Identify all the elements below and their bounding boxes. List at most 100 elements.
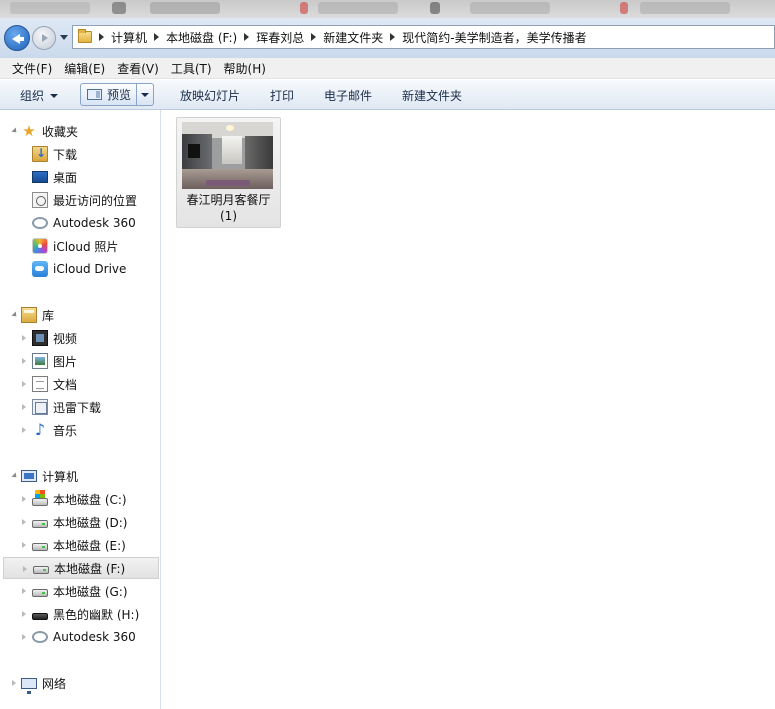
sidebar-item-label: 视频 <box>53 331 78 346</box>
address-bar[interactable]: 计算机 本地磁盘 (F:) 珲春刘总 新建文件夹 现代简约-美学制造者，美学传播… <box>72 25 775 49</box>
chevron-right-icon[interactable] <box>244 33 250 41</box>
file-item[interactable]: 春江明月客餐厅 (1) <box>176 117 281 228</box>
expand-arrow-icon[interactable] <box>22 588 26 594</box>
expand-arrow-icon[interactable] <box>22 519 26 525</box>
sidebar-item-label: Autodesk 360 <box>53 216 136 230</box>
sidebar-item-drive-f[interactable]: 本地磁盘 (F:) <box>3 557 159 579</box>
expand-arrow-icon[interactable] <box>22 496 26 502</box>
desktop-icon <box>32 171 48 183</box>
sidebar-group-network[interactable]: 网络 <box>12 672 66 694</box>
chevron-down-icon <box>50 93 59 98</box>
library-icon <box>21 307 37 323</box>
sidebar-item-downloads[interactable]: 下载 <box>32 143 77 165</box>
expand-arrow-icon[interactable] <box>22 335 26 341</box>
breadcrumb-folder-2[interactable]: 新建文件夹 <box>323 29 383 46</box>
network-icon <box>21 677 37 694</box>
sidebar-item-label: Autodesk 360 <box>53 630 136 644</box>
sidebar-item-label: 音乐 <box>53 423 78 438</box>
sidebar-item-autodesk-360[interactable]: Autodesk 360 <box>32 212 136 234</box>
new-folder-button[interactable]: 新建文件夹 <box>402 87 462 104</box>
preview-icon <box>87 89 102 100</box>
organize-button[interactable]: 组织 <box>20 87 59 104</box>
sidebar-item-thunder-downloads[interactable]: 迅雷下载 <box>22 396 101 418</box>
navigation-bar: 计算机 本地磁盘 (F:) 珲春刘总 新建文件夹 现代简约-美学制造者，美学传播… <box>0 18 775 58</box>
expand-arrow-icon[interactable] <box>12 680 16 686</box>
expand-arrow-icon[interactable] <box>22 634 26 640</box>
command-bar: 组织 预览 放映幻灯片 打印 电子邮件 新建文件夹 <box>0 80 775 110</box>
expand-arrow-icon[interactable] <box>22 427 26 433</box>
expand-arrow-icon[interactable] <box>22 358 26 364</box>
sidebar-item-autodesk-360-drive[interactable]: Autodesk 360 <box>22 626 136 648</box>
breadcrumb-folder-1[interactable]: 珲春刘总 <box>256 29 304 46</box>
sidebar-item-label: 本地磁盘 (E:) <box>53 538 126 553</box>
forward-button[interactable] <box>32 26 56 50</box>
expand-arrow-icon[interactable] <box>11 311 19 319</box>
sidebar-item-drive-g[interactable]: 本地磁盘 (G:) <box>22 580 128 602</box>
background-window-strip <box>0 0 775 18</box>
chevron-right-icon[interactable] <box>154 33 160 41</box>
chevron-right-icon[interactable] <box>390 33 396 41</box>
expand-arrow-icon[interactable] <box>22 542 26 548</box>
hard-drive-icon <box>32 520 48 528</box>
hard-drive-icon <box>32 589 48 597</box>
sidebar-item-music[interactable]: ♪ 音乐 <box>22 419 77 441</box>
sidebar-item-pictures[interactable]: 图片 <box>22 350 77 372</box>
system-drive-icon <box>32 490 48 506</box>
sidebar-group-favorites[interactable]: ★ 收藏夹 <box>11 120 79 142</box>
star-icon: ★ <box>22 122 36 140</box>
file-list-pane[interactable]: 春江明月客餐厅 (1) <box>162 110 775 709</box>
sidebar-item-icloud-photos[interactable]: iCloud 照片 <box>32 235 118 257</box>
expand-arrow-icon[interactable] <box>11 127 19 135</box>
sidebar-group-computer[interactable]: 计算机 <box>11 465 78 487</box>
sidebar-item-documents[interactable]: 文档 <box>22 373 77 395</box>
sidebar-item-drive-h[interactable]: 黑色的幽默 (H:) <box>22 603 139 625</box>
breadcrumb-current-folder[interactable]: 现代简约-美学制造者，美学传播者 <box>402 29 586 46</box>
icloud-photos-icon <box>32 238 48 254</box>
sidebar-item-label: 下载 <box>53 147 78 162</box>
menu-help[interactable]: 帮助(H) <box>218 60 272 77</box>
music-note-icon: ♪ <box>34 420 46 439</box>
sidebar-item-icloud-drive[interactable]: iCloud Drive <box>32 258 126 280</box>
sidebar-item-label: 本地磁盘 (C:) <box>53 492 127 507</box>
sidebar-item-desktop[interactable]: 桌面 <box>32 166 77 188</box>
breadcrumb-computer[interactable]: 计算机 <box>111 29 147 46</box>
preview-button[interactable]: 预览 <box>80 83 139 106</box>
menu-file[interactable]: 文件(F) <box>0 60 58 77</box>
image-thumbnail <box>182 122 273 189</box>
sidebar-item-label: iCloud Drive <box>53 262 127 276</box>
sidebar-item-recent-places[interactable]: 最近访问的位置 <box>32 189 137 211</box>
autodesk-360-icon <box>32 631 48 643</box>
chevron-right-icon[interactable] <box>99 33 104 41</box>
menu-view[interactable]: 查看(V) <box>111 60 165 77</box>
sidebar-item-label: 迅雷下载 <box>53 400 102 415</box>
expand-arrow-icon[interactable] <box>22 381 26 387</box>
menu-edit[interactable]: 编辑(E) <box>58 60 111 77</box>
sidebar-group-libraries[interactable]: 库 <box>11 304 54 326</box>
sidebar-item-videos[interactable]: 视频 <box>22 327 77 349</box>
file-name-line-1: 春江明月客餐厅 <box>186 193 271 207</box>
expand-arrow-icon[interactable] <box>22 404 26 410</box>
downloads-folder-icon <box>32 146 48 162</box>
slideshow-button[interactable]: 放映幻灯片 <box>180 87 240 104</box>
expand-arrow-icon[interactable] <box>22 611 26 617</box>
breadcrumb-drive-f[interactable]: 本地磁盘 (F:) <box>166 29 237 46</box>
chevron-right-icon[interactable] <box>311 33 317 41</box>
email-button[interactable]: 电子邮件 <box>324 87 372 104</box>
sidebar-group-label: 网络 <box>42 676 67 691</box>
expand-arrow-icon[interactable] <box>11 472 19 480</box>
expand-arrow-icon[interactable] <box>23 566 27 572</box>
print-button[interactable]: 打印 <box>270 87 294 104</box>
sidebar-item-label: 图片 <box>53 354 78 369</box>
sidebar-item-drive-d[interactable]: 本地磁盘 (D:) <box>22 511 127 533</box>
recent-places-icon <box>32 192 48 208</box>
sidebar-group-label: 收藏夹 <box>42 124 79 139</box>
sidebar-item-label: 本地磁盘 (F:) <box>54 561 126 576</box>
preview-dropdown-button[interactable] <box>136 83 154 106</box>
sidebar-item-drive-e[interactable]: 本地磁盘 (E:) <box>22 534 126 556</box>
picture-icon <box>32 353 48 369</box>
sidebar-item-drive-c[interactable]: 本地磁盘 (C:) <box>22 488 127 510</box>
hard-drive-icon <box>32 543 48 551</box>
menu-tools[interactable]: 工具(T) <box>165 60 218 77</box>
recent-pages-dropdown[interactable] <box>60 35 68 40</box>
back-button[interactable] <box>4 25 30 51</box>
